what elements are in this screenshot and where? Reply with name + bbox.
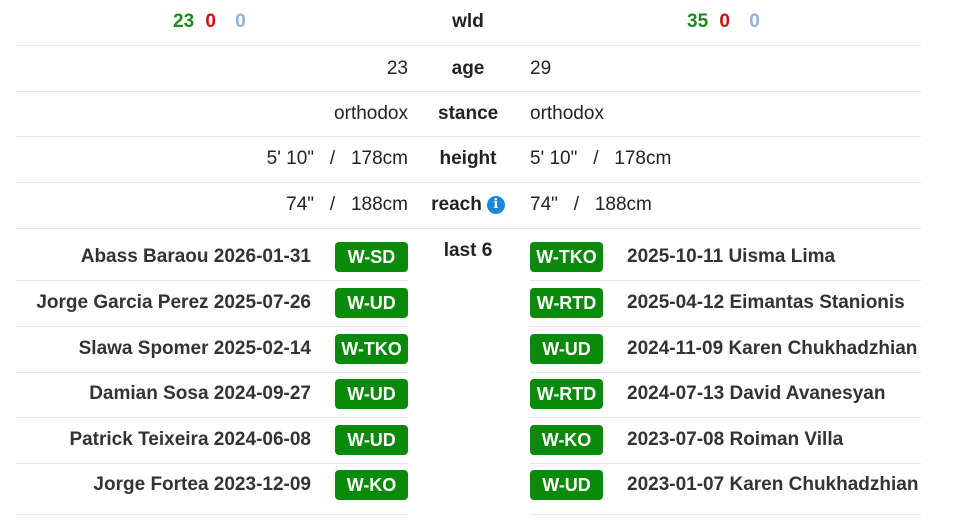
fight-row: 2025-10-11 Uisma Lima W-TKO <box>530 235 921 281</box>
right-stance: orthodox <box>530 103 604 124</box>
fight-row: Jorge Garcia Perez 2025-07-26 W-UD <box>16 281 408 327</box>
opponent-name[interactable]: David Avanesyan <box>729 383 885 404</box>
fight-row: Patrick Teixeira 2024-06-08 W-UD <box>16 418 408 464</box>
fight-opponent-date: 2025-04-12 Eimantas Stanionis <box>627 292 905 314</box>
opponent-name[interactable]: Uisma Lima <box>728 246 835 267</box>
fight-row: 2023-01-07 Karen Chukhadzhian W-UD <box>530 463 921 515</box>
opponent-name[interactable]: Jorge Fortea <box>93 474 208 495</box>
left-height: 5' 10" / 178cm <box>266 148 408 169</box>
result-badge: W-SD <box>335 242 408 272</box>
reach-label: reach <box>431 194 482 215</box>
fight-opponent-date: Jorge Fortea 2023-12-09 <box>93 474 311 496</box>
fight-row: Damian Sosa 2024-09-27 W-UD <box>16 372 408 418</box>
fight-date: 2023-01-07 <box>627 474 725 495</box>
fight-date: 2025-10-11 <box>627 246 724 267</box>
result-badge: W-TKO <box>530 242 603 272</box>
right-losses: 0 <box>719 11 730 32</box>
fight-row: Abass Baraou 2026-01-31 W-SD <box>16 235 408 281</box>
fight-opponent-date: 2023-07-08 Roiman Villa <box>627 429 843 451</box>
stance-label: stance <box>438 103 499 124</box>
fight-row: Jorge Fortea 2023-12-09 W-KO <box>16 463 408 515</box>
left-stance: orthodox <box>334 103 408 124</box>
fight-opponent-date: 2024-07-13 David Avanesyan <box>627 383 885 405</box>
fight-row: 2024-11-09 Karen Chukhadzhian W-UD <box>530 327 921 373</box>
result-badge: W-UD <box>335 379 408 409</box>
last6-label: last 6 <box>443 240 493 261</box>
result-badge: W-TKO <box>335 334 408 364</box>
fight-opponent-date: Slawa Spomer 2025-02-14 <box>79 338 311 360</box>
fight-opponent-date: 2024-11-09 Karen Chukhadzhian <box>627 338 917 360</box>
fight-date: 2023-12-09 <box>213 474 311 495</box>
fight-date: 2024-09-27 <box>213 383 311 404</box>
height-row: 5' 10" / 178cm height 5' 10" / 178cm <box>16 137 921 183</box>
age-label: age <box>451 58 485 79</box>
fight-row: 2023-07-08 Roiman Villa W-KO <box>530 418 921 464</box>
fight-date: 2025-02-14 <box>213 338 311 359</box>
fight-date: 2024-11-09 <box>627 338 724 359</box>
result-badge: W-KO <box>335 470 408 500</box>
fight-date: 2024-06-08 <box>213 429 311 450</box>
fight-row: 2024-07-13 David Avanesyan W-RTD <box>530 372 921 418</box>
right-record: 35 0 0 <box>687 11 760 33</box>
left-losses: 0 <box>205 11 216 32</box>
fight-opponent-date: Patrick Teixeira 2024-06-08 <box>69 429 311 451</box>
age-row: 23 age 29 <box>16 46 921 92</box>
opponent-name[interactable]: Jorge Garcia Perez <box>36 292 208 313</box>
right-wins: 35 <box>687 11 709 32</box>
fight-opponent-date: 2025-10-11 Uisma Lima <box>627 246 835 268</box>
result-badge: W-KO <box>530 425 603 455</box>
fight-row: 2025-04-12 Eimantas Stanionis W-RTD <box>530 281 921 327</box>
opponent-name[interactable]: Patrick Teixeira <box>69 429 208 450</box>
left-wins: 23 <box>173 11 195 32</box>
height-label: height <box>439 148 497 169</box>
fight-date: 2023-07-08 <box>627 429 725 450</box>
right-reach: 74" / 188cm <box>530 194 652 215</box>
wld-label: wld <box>452 11 484 32</box>
opponent-name[interactable]: Damian Sosa <box>89 383 208 404</box>
opponent-name[interactable]: Slawa Spomer <box>79 338 209 359</box>
fight-date: 2024-07-13 <box>627 383 725 404</box>
wld-row: 23 0 0 wld 35 0 0 <box>16 0 921 46</box>
left-record: 23 0 0 <box>173 11 246 33</box>
right-age: 29 <box>530 58 552 79</box>
left-reach: 74" / 188cm <box>286 194 408 215</box>
stance-row: orthodox stance orthodox <box>16 92 921 137</box>
opponent-name[interactable]: Eimantas Stanionis <box>729 292 904 313</box>
right-draws: 0 <box>749 11 760 32</box>
fight-date: 2025-04-12 <box>627 292 725 313</box>
opponent-name[interactable]: Karen Chukhadzhian <box>729 474 918 495</box>
fight-opponent-date: 2023-01-07 Karen Chukhadzhian <box>627 474 918 496</box>
info-icon[interactable]: i <box>486 196 505 214</box>
fight-opponent-date: Abass Baraou 2026-01-31 <box>81 246 311 268</box>
result-badge: W-RTD <box>530 379 603 409</box>
fight-opponent-date: Damian Sosa 2024-09-27 <box>89 383 311 405</box>
fight-date: 2025-07-26 <box>213 292 311 313</box>
result-badge: W-UD <box>530 334 603 364</box>
reach-label-wrap: reach i <box>428 194 508 216</box>
opponent-name[interactable]: Roiman Villa <box>729 429 843 450</box>
fight-date: 2026-01-31 <box>213 246 311 267</box>
reach-row: 74" / 188cm reach i 74" / 188cm <box>16 183 921 229</box>
left-draws: 0 <box>235 11 246 32</box>
opponent-name[interactable]: Karen Chukhadzhian <box>728 338 917 359</box>
fight-row: Slawa Spomer 2025-02-14 W-TKO <box>16 327 408 373</box>
fight-opponent-date: Jorge Garcia Perez 2025-07-26 <box>36 292 311 314</box>
result-badge: W-UD <box>335 288 408 318</box>
left-age: 23 <box>386 58 408 79</box>
result-badge: W-UD <box>530 470 603 500</box>
result-badge: W-UD <box>335 425 408 455</box>
result-badge: W-RTD <box>530 288 603 318</box>
opponent-name[interactable]: Abass Baraou <box>81 246 209 267</box>
right-height: 5' 10" / 178cm <box>530 148 672 169</box>
